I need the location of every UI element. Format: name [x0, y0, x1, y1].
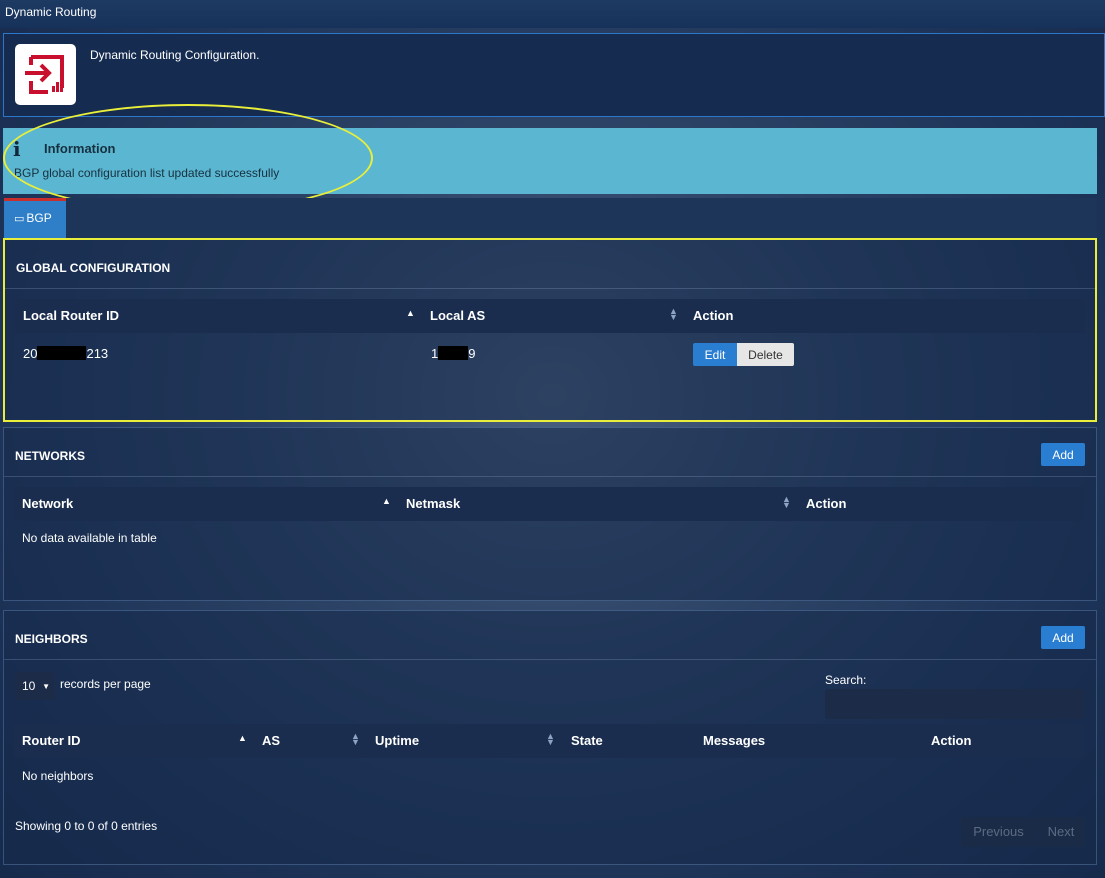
column-netmask[interactable]: Netmask — [406, 496, 460, 511]
window-titlebar: Dynamic Routing — [0, 0, 1105, 28]
sort-asc-icon[interactable]: ▲ — [238, 733, 247, 743]
column-state[interactable]: State — [571, 733, 603, 748]
entries-summary: Showing 0 to 0 of 0 entries — [15, 819, 158, 833]
as-suffix: 9 — [468, 346, 476, 361]
redaction — [438, 346, 469, 360]
router-id-suffix: 213 — [86, 346, 109, 361]
window-title: Dynamic Routing — [5, 5, 97, 19]
info-icon: i — [13, 137, 21, 161]
sort-asc-icon[interactable]: ▲ — [406, 308, 415, 318]
tab-bgp-label: BGP — [26, 211, 52, 225]
caret-down-icon: ▼ — [42, 682, 50, 691]
sort-both-icon[interactable]: ▲ ▼ — [782, 495, 791, 510]
column-local-router-id[interactable]: Local Router ID — [23, 308, 119, 323]
records-per-page-label: records per page — [60, 677, 151, 691]
local-as-value: 19 — [431, 346, 475, 361]
redaction — [37, 346, 87, 360]
column-as[interactable]: AS — [262, 733, 280, 748]
column-uptime[interactable]: Uptime — [375, 733, 419, 748]
sort-both-icon[interactable]: ▲ ▼ — [546, 732, 555, 747]
info-message: BGP global configuration list updated su… — [14, 166, 280, 180]
local-router-id-value: 20 213 — [23, 346, 108, 361]
sort-both-icon[interactable]: ▲ ▼ — [351, 732, 360, 747]
neighbors-empty-message: No neighbors — [22, 769, 94, 783]
networks-empty-message: No data available in table — [22, 531, 157, 545]
previous-button[interactable]: Previous — [961, 817, 1036, 847]
column-action: Action — [931, 733, 972, 748]
delete-button[interactable]: Delete — [737, 343, 794, 366]
tab-bar: ▭ BGP — [3, 198, 1097, 238]
column-network[interactable]: Network — [22, 496, 73, 511]
add-network-button[interactable]: Add — [1041, 443, 1085, 466]
search-label: Search: — [825, 673, 867, 687]
column-messages: Messages — [703, 733, 766, 748]
panel-divider — [4, 659, 1096, 660]
search-input[interactable] — [825, 689, 1085, 719]
panel-divider — [4, 476, 1096, 477]
neighbors-title: NEIGHBORS — [15, 632, 88, 646]
app-logo — [15, 44, 76, 105]
router-id-prefix: 20 — [23, 346, 38, 361]
info-alert: i Information BGP global configuration l… — [3, 128, 1097, 194]
global-table-header: Local Router ID ▲ Local AS ▲ ▼ Action — [15, 299, 1085, 333]
tab-bgp[interactable]: ▭ BGP — [4, 198, 66, 238]
neighbors-panel: NEIGHBORS Add 10 ▼ records per page Sear… — [3, 610, 1097, 865]
add-neighbor-button[interactable]: Add — [1041, 626, 1085, 649]
info-title: Information — [44, 141, 116, 156]
sort-asc-icon[interactable]: ▲ — [382, 496, 391, 506]
neighbors-table-header: Router ID ▲ AS ▲ ▼ Uptime ▲ ▼ State Messag… — [14, 724, 1084, 758]
header-description: Dynamic Routing Configuration. — [90, 48, 260, 62]
next-button[interactable]: Next — [1037, 817, 1085, 847]
page-size-value: 10 — [22, 679, 36, 693]
routing-logo-icon — [25, 55, 64, 94]
as-prefix: 1 — [431, 346, 439, 361]
networks-panel: NETWORKS Add Network ▲ Netmask ▲ ▼ Action… — [3, 427, 1097, 601]
global-configuration-title: GLOBAL CONFIGURATION — [16, 261, 171, 275]
panel-divider — [5, 288, 1095, 289]
column-action: Action — [693, 308, 734, 323]
header-panel: Dynamic Routing Configuration. — [3, 33, 1105, 117]
global-configuration-panel: GLOBAL CONFIGURATION Local Router ID ▲ L… — [3, 238, 1097, 422]
edit-button[interactable]: Edit — [693, 343, 737, 366]
networks-title: NETWORKS — [15, 449, 85, 463]
inbox-icon: ▭ — [14, 213, 25, 225]
sort-both-icon[interactable]: ▲ ▼ — [669, 307, 678, 322]
column-action: Action — [806, 496, 847, 511]
column-local-as[interactable]: Local AS — [430, 308, 485, 323]
page-size-select[interactable]: 10 ▼ — [15, 672, 55, 700]
networks-table-header: Network ▲ Netmask ▲ ▼ Action — [14, 487, 1084, 521]
column-router-id[interactable]: Router ID — [22, 733, 81, 748]
